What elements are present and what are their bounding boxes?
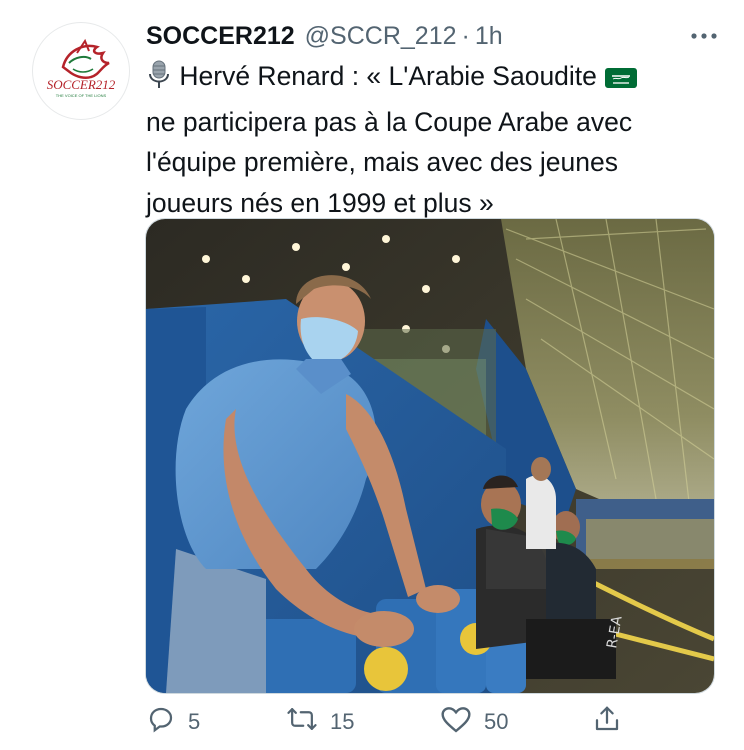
retweet-count: 15 xyxy=(330,709,355,734)
tweet-photo[interactable]: R-EA xyxy=(145,218,715,694)
stadium-photo: R-EA xyxy=(146,219,714,693)
author-avatar[interactable]: SOCCER212 THE VOICE OF THE LIONS xyxy=(32,22,130,120)
like-count: 50 xyxy=(484,709,509,734)
tweet-text-line-3: l'équipe première, mais avec des jeunes xyxy=(146,147,619,177)
heart-icon xyxy=(440,704,472,740)
saudi-arabia-flag-emoji xyxy=(604,61,638,102)
tweet-actions: 5 15 50 xyxy=(146,704,626,740)
retweet-button[interactable]: 15 xyxy=(286,704,354,740)
author-name[interactable]: SOCCER212 xyxy=(146,22,295,51)
reply-button[interactable]: 5 xyxy=(146,704,200,740)
soccer212-logo: SOCCER212 THE VOICE OF THE LIONS xyxy=(34,24,128,118)
retweet-icon xyxy=(286,704,318,740)
microphone-emoji xyxy=(146,60,172,102)
separator-dot: · xyxy=(461,21,470,50)
avatar-logo-text: SOCCER212 xyxy=(47,77,116,92)
tweet-text-line-4: joueurs nés en 1999 et plus » xyxy=(146,187,494,218)
tweet-text-line-1: Hervé Renard : « L'Arabie Saoudite xyxy=(146,56,714,102)
tweet-text: Hervé Renard : « L'Arabie Saoudite ne pa… xyxy=(146,56,714,223)
tweet-header: SOCCER212 @SCCR_212 · 1h xyxy=(146,18,724,54)
avatar-tagline: THE VOICE OF THE LIONS xyxy=(56,93,107,98)
reply-count: 5 xyxy=(188,709,201,734)
tweet-time[interactable]: 1h xyxy=(475,22,503,51)
tweet-text-line-1-text: Hervé Renard : « L'Arabie Saoudite xyxy=(179,61,597,91)
reply-icon xyxy=(146,704,176,740)
tweet-text-line-2: ne participera pas à la Coupe Arabe avec xyxy=(146,106,633,137)
more-options-icon[interactable] xyxy=(688,26,720,46)
author-handle[interactable]: @SCCR_212 xyxy=(305,22,457,51)
share-button[interactable] xyxy=(592,704,622,740)
like-button[interactable]: 50 xyxy=(440,704,508,740)
share-icon xyxy=(592,704,622,740)
